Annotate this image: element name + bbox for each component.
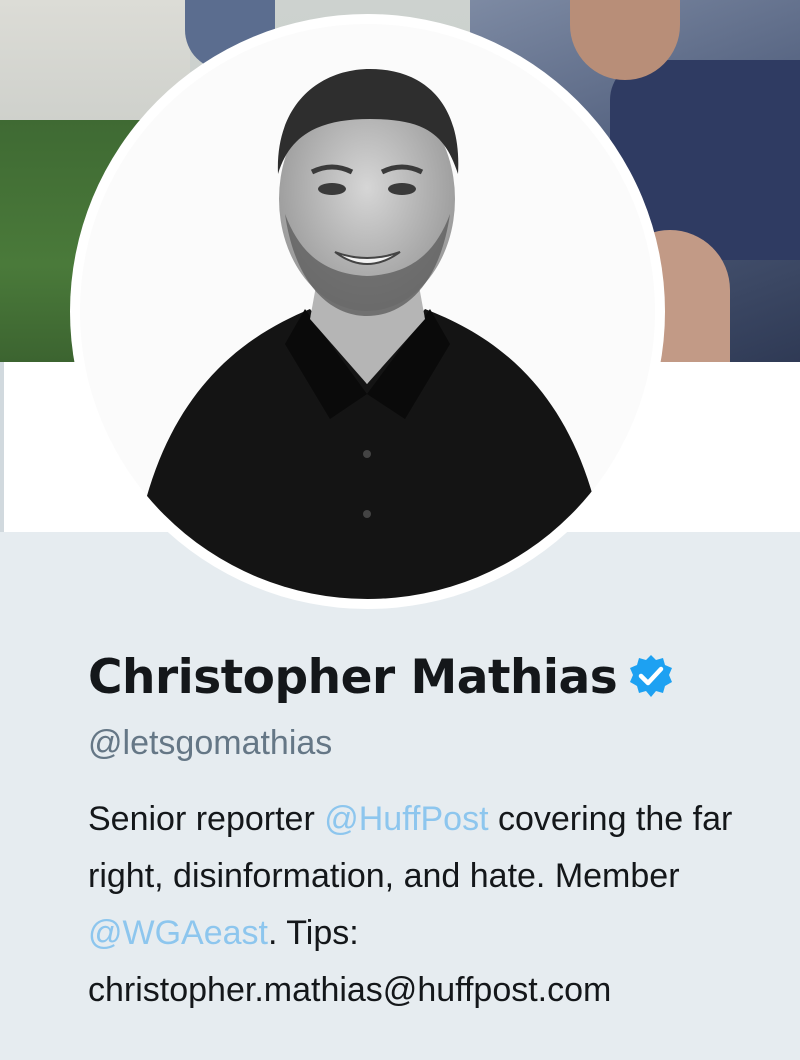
mention-link-wgaeast[interactable]: @WGAeast xyxy=(88,914,268,952)
avatar-portrait xyxy=(80,24,655,599)
profile-handle[interactable]: @letsgomathias xyxy=(88,724,788,763)
profile-name[interactable]: Christopher Mathias xyxy=(88,650,618,705)
mention-link-huffpost[interactable]: @HuffPost xyxy=(324,800,488,838)
profile-bio: Senior reporter @HuffPost covering the f… xyxy=(88,791,793,1019)
bio-text-1: Senior reporter xyxy=(88,800,325,838)
name-row: Christopher Mathias xyxy=(88,642,788,712)
profile-avatar[interactable] xyxy=(80,24,655,599)
verified-badge-icon xyxy=(627,653,675,701)
profile-info: Christopher Mathias @letsgomathias Senio… xyxy=(88,642,788,1019)
